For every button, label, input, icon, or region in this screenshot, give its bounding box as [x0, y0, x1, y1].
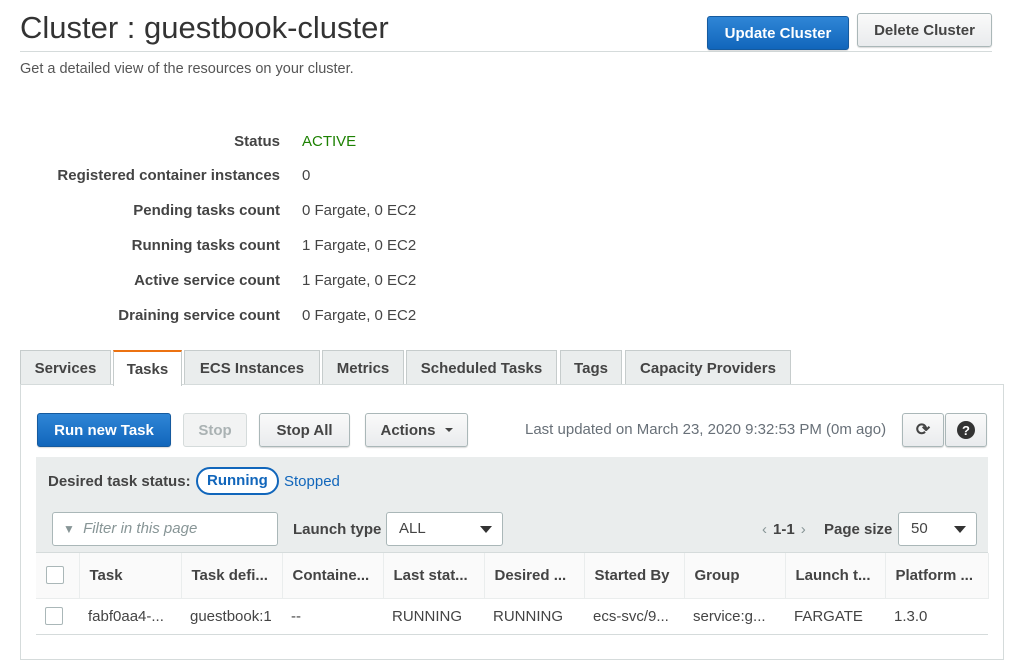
funnel-icon: ▼	[63, 522, 75, 536]
actions-dropdown-button[interactable]: Actions	[365, 413, 468, 447]
column-header-launch-type[interactable]: Launch t...	[785, 553, 886, 599]
chevron-down-icon	[480, 526, 492, 533]
last-updated-text: Last updated on March 23, 2020 9:32:53 P…	[525, 421, 887, 438]
column-header-task[interactable]: Task	[79, 553, 182, 599]
column-header-desired-status[interactable]: Desired ...	[484, 553, 585, 599]
launch-type-value: ALL	[399, 520, 426, 537]
detail-label: Registered container instances	[57, 167, 280, 184]
help-button[interactable]: ?	[945, 413, 987, 447]
started-by-cell: ecs-svc/9...	[584, 598, 684, 635]
last-status-cell: RUNNING	[383, 598, 484, 635]
column-header-group[interactable]: Group	[684, 553, 786, 599]
stopped-filter-link[interactable]: Stopped	[284, 473, 340, 490]
table-row: fabf0aa4-... guestbook:1 -- RUNNING RUNN…	[36, 598, 988, 635]
page-size-select[interactable]: 50	[898, 512, 977, 546]
title-divider	[20, 51, 992, 52]
chevron-left-icon[interactable]: ‹	[762, 521, 767, 538]
row-select-cell	[36, 598, 79, 635]
detail-label: Running tasks count	[131, 237, 280, 254]
running-filter-pill[interactable]: Running	[196, 467, 279, 495]
page-size-value: 50	[911, 520, 928, 537]
table-header-row: Task Task defi... Containe... Last stat.…	[36, 553, 989, 599]
pagination: ‹ 1-1 ›	[756, 521, 812, 538]
group-cell: service:g...	[684, 598, 785, 635]
detail-row-pending-tasks: Pending tasks count 0 Fargate, 0 EC2	[0, 202, 600, 224]
detail-row-active-services: Active service count 1 Fargate, 0 EC2	[0, 272, 600, 294]
tab-metrics[interactable]: Metrics	[322, 350, 404, 385]
status-value: ACTIVE	[302, 133, 357, 150]
desired-status-cell: RUNNING	[484, 598, 584, 635]
stop-button[interactable]: Stop	[183, 413, 247, 447]
refresh-button[interactable]: ⟳	[902, 413, 944, 447]
desired-status-label: Desired task status:	[48, 473, 191, 490]
column-header-last-status[interactable]: Last stat...	[383, 553, 485, 599]
filter-placeholder: Filter in this page	[83, 520, 198, 537]
row-checkbox[interactable]	[45, 607, 63, 626]
help-icon: ?	[957, 421, 975, 439]
column-header-container-instance[interactable]: Containe...	[282, 553, 384, 599]
actions-label: Actions	[380, 421, 436, 439]
detail-value: 1 Fargate, 0 EC2	[302, 272, 417, 289]
chevron-right-icon[interactable]: ›	[801, 521, 806, 538]
tab-tasks[interactable]: Tasks	[113, 350, 182, 386]
detail-value: 0 Fargate, 0 EC2	[302, 307, 417, 324]
page-size-label: Page size	[824, 521, 893, 538]
column-header-started-by[interactable]: Started By	[584, 553, 685, 599]
tab-scheduled-tasks[interactable]: Scheduled Tasks	[406, 350, 557, 385]
stop-all-button[interactable]: Stop All	[259, 413, 350, 447]
launch-type-select[interactable]: ALL	[386, 512, 503, 546]
pager-range: 1-1	[773, 521, 795, 538]
page-title: Cluster : guestbook-cluster	[20, 10, 389, 45]
launch-type-cell: FARGATE	[785, 598, 885, 635]
tab-capacity-providers[interactable]: Capacity Providers	[625, 350, 791, 385]
platform-version-cell: 1.3.0	[885, 598, 988, 635]
filter-input[interactable]: ▼ Filter in this page	[52, 512, 278, 546]
select-all-cell	[36, 553, 80, 599]
tab-tags[interactable]: Tags	[560, 350, 622, 385]
run-new-task-button[interactable]: Run new Task	[37, 413, 171, 447]
detail-row-registered-instances: Registered container instances 0	[0, 167, 600, 189]
detail-value: 0	[302, 167, 311, 184]
detail-value: 1 Fargate, 0 EC2	[302, 237, 417, 254]
page-subtitle: Get a detailed view of the resources on …	[20, 61, 354, 77]
launch-type-label: Launch type	[293, 521, 382, 538]
tab-services[interactable]: Services	[20, 350, 111, 385]
container-instance-cell: --	[282, 598, 383, 635]
detail-value: 0 Fargate, 0 EC2	[302, 202, 417, 219]
detail-label: Active service count	[134, 272, 280, 289]
tab-ecs-instances[interactable]: ECS Instances	[184, 350, 320, 385]
detail-label: Status	[234, 133, 280, 150]
select-all-checkbox[interactable]	[46, 566, 64, 585]
column-header-task-definition[interactable]: Task defi...	[181, 553, 283, 599]
detail-row-status: Status ACTIVE	[0, 133, 600, 155]
task-definition-link[interactable]: guestbook:1	[181, 598, 282, 635]
column-header-platform-version[interactable]: Platform ...	[885, 553, 989, 599]
task-filter-bar: Desired task status: Running Stopped ▼ F…	[36, 457, 988, 553]
detail-label: Draining service count	[118, 307, 280, 324]
refresh-icon: ⟳	[915, 420, 931, 439]
chevron-down-icon	[954, 526, 966, 533]
detail-label: Pending tasks count	[133, 202, 280, 219]
detail-row-draining-services: Draining service count 0 Fargate, 0 EC2	[0, 307, 600, 329]
detail-row-running-tasks: Running tasks count 1 Fargate, 0 EC2	[0, 237, 600, 259]
task-id-link[interactable]: fabf0aa4-...	[79, 598, 181, 635]
tasks-table: Task Task defi... Containe... Last stat.…	[36, 553, 989, 635]
caret-down-icon	[444, 428, 453, 432]
update-cluster-button[interactable]: Update Cluster	[707, 16, 849, 50]
delete-cluster-button[interactable]: Delete Cluster	[857, 13, 992, 47]
